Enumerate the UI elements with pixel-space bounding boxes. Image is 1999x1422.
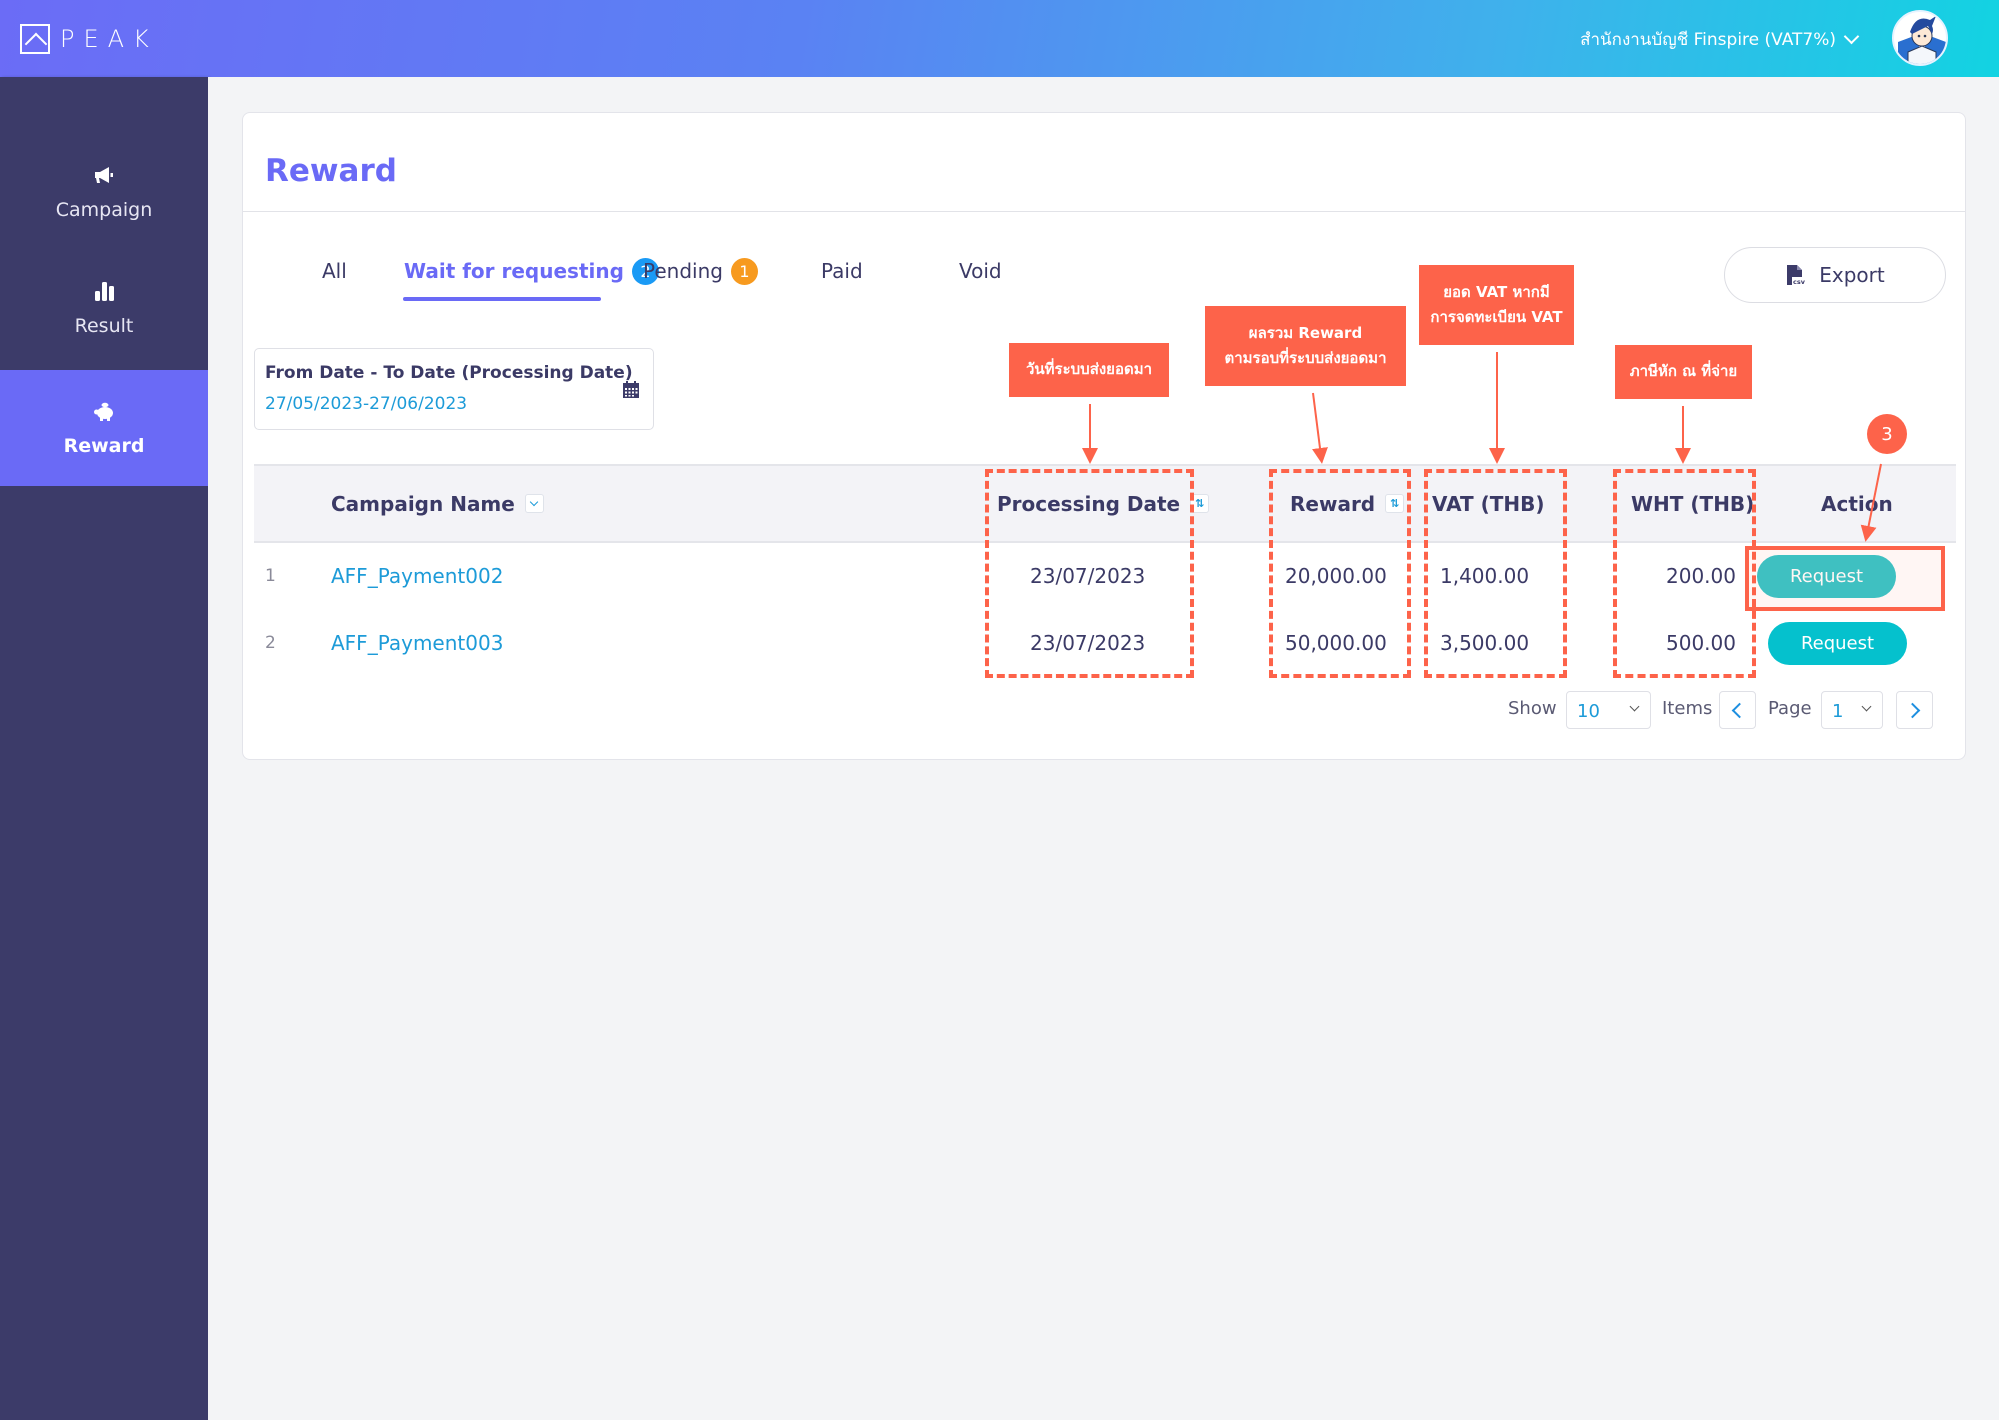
date-range-label: From Date - To Date (Processing Date) [265, 363, 633, 383]
top-bar: PEAK สำนักงานบัญชี Finspire (VAT7%) [0, 0, 1999, 77]
sidebar-item-reward[interactable]: Reward [0, 370, 208, 486]
tab-label: Pending [643, 259, 723, 283]
page-title: Reward [265, 153, 397, 189]
column-header-campaign-name[interactable]: Campaign Name [331, 466, 544, 541]
sidebar: Campaign Result Reward [0, 77, 208, 1420]
chevron-left-icon [1731, 702, 1748, 719]
chevron-down-icon [530, 497, 539, 507]
items-label: Items [1662, 698, 1713, 719]
highlight-request-button [1745, 546, 1945, 611]
title-divider [243, 211, 1965, 212]
tab-all[interactable]: All [322, 255, 347, 287]
organization-switcher[interactable]: สำนักงานบัญชี Finspire (VAT7%) [1580, 26, 1860, 53]
pagination: Show 10 Items Page 1 [243, 691, 1967, 729]
page-size-value: 10 [1577, 701, 1600, 722]
column-label: Campaign Name [331, 491, 515, 516]
request-button[interactable]: Request [1768, 622, 1907, 665]
tab-label: Paid [821, 259, 863, 283]
next-page-button[interactable] [1896, 691, 1933, 729]
megaphone-icon [95, 167, 113, 183]
date-range-filter[interactable]: From Date - To Date (Processing Date) 27… [254, 348, 654, 430]
annotation-wht: ภาษีหัก ณ ที่จ่าย [1615, 345, 1752, 399]
user-avatar[interactable] [1892, 10, 1948, 66]
filter-dropdown-button[interactable] [524, 494, 544, 513]
campaign-name-link[interactable]: AFF_Payment002 [331, 543, 503, 609]
sidebar-item-label: Campaign [55, 199, 153, 221]
logo-text: PEAK [60, 25, 158, 53]
tab-label: All [322, 259, 347, 283]
step-number-badge: 3 [1867, 414, 1907, 454]
piggy-bank-icon [94, 402, 113, 421]
sidebar-item-result[interactable]: Result [0, 250, 208, 366]
tab-label: Void [959, 259, 1002, 283]
tab-label: Wait for requesting [404, 259, 624, 283]
chevron-right-icon [1904, 702, 1921, 719]
highlight-processing-date-column [985, 469, 1194, 678]
page-label: Page [1768, 698, 1812, 719]
annotation-reward: ผลรวม Reward ตามรอบที่ระบบส่งยอดมา [1205, 306, 1406, 386]
organization-name: สำนักงานบัญชี Finspire (VAT7%) [1580, 30, 1836, 50]
previous-page-button[interactable] [1719, 691, 1756, 729]
column-label: Action [1821, 491, 1893, 516]
annotation-text: ยอด VAT หากมี [1443, 282, 1550, 301]
annotation-vat: ยอด VAT หากมี การจดทะเบียน VAT [1419, 265, 1574, 345]
tab-pending[interactable]: Pending 1 [643, 255, 758, 287]
count-badge: 1 [730, 257, 758, 285]
page-size-select[interactable]: 10 [1566, 691, 1651, 729]
export-label: Export [1819, 263, 1885, 287]
annotation-processing-date: วันที่ระบบส่งยอดมา [1009, 343, 1169, 397]
show-label: Show [1508, 698, 1557, 719]
chevron-down-icon [1629, 701, 1640, 712]
highlight-vat-column [1424, 469, 1567, 678]
chevron-down-icon [1843, 28, 1860, 45]
sidebar-item-campaign[interactable]: Campaign [0, 134, 208, 250]
active-tab-indicator [403, 297, 601, 301]
highlight-wht-column [1613, 469, 1756, 678]
campaign-name-link[interactable]: AFF_Payment003 [331, 610, 503, 676]
annotation-text: ภาษีหัก ณ ที่จ่าย [1629, 362, 1738, 381]
export-button[interactable]: csv Export [1724, 247, 1946, 303]
csv-file-icon: csv [1787, 265, 1806, 286]
annotation-text: ผลรวม Reward [1248, 323, 1363, 342]
chevron-down-icon [1861, 701, 1872, 712]
sidebar-item-label: Result [74, 315, 134, 337]
tab-void[interactable]: Void [959, 255, 1002, 287]
tab-wait-for-requesting[interactable]: Wait for requesting 2 [404, 255, 659, 287]
avatar-icon [1898, 16, 1946, 64]
page-select[interactable]: 1 [1821, 691, 1883, 729]
row-index: 2 [265, 633, 276, 653]
column-header-action: Action [1821, 466, 1893, 541]
row-index: 1 [265, 566, 276, 586]
date-range-value: 27/05/2023-27/06/2023 [265, 394, 468, 414]
highlight-reward-column [1269, 469, 1411, 678]
current-page-value: 1 [1832, 701, 1844, 722]
svg-text:csv: csv [1793, 278, 1805, 286]
annotation-text: ตามรอบที่ระบบส่งยอดมา [1224, 349, 1387, 367]
peak-logo[interactable]: PEAK [20, 24, 158, 54]
tab-paid[interactable]: Paid [821, 255, 863, 287]
annotation-text: วันที่ระบบส่งยอดมา [1025, 360, 1153, 379]
calendar-icon [623, 381, 639, 398]
bar-chart-icon [95, 282, 114, 301]
annotation-text: การจดทะเบียน VAT [1430, 308, 1563, 326]
peak-logo-icon [20, 24, 50, 54]
sidebar-item-label: Reward [63, 435, 145, 457]
